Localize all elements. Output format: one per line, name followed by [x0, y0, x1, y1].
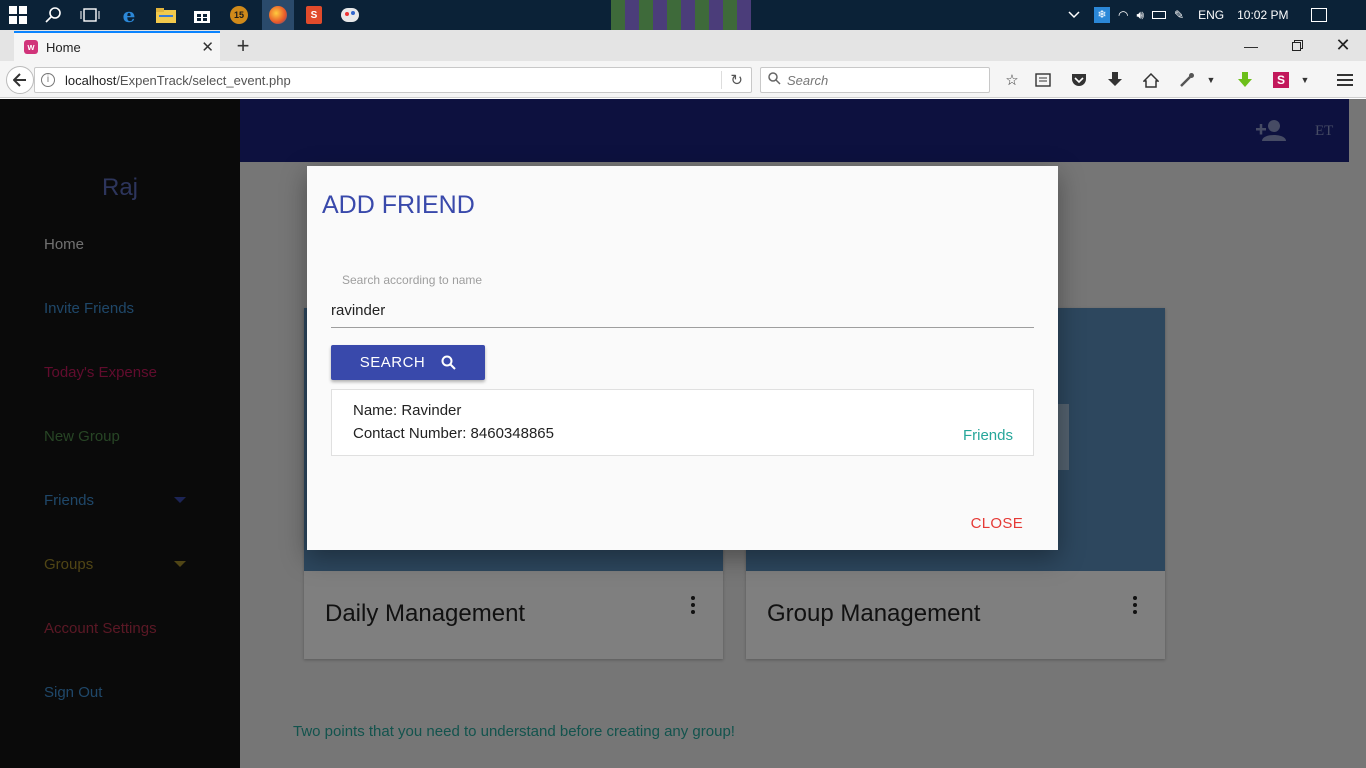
- search-field-label: Search according to name: [342, 273, 483, 287]
- battery-icon[interactable]: [1152, 11, 1167, 19]
- app-red-icon[interactable]: S: [302, 3, 326, 27]
- friends-status-link[interactable]: Friends: [963, 427, 1013, 444]
- taskbar-decoration: [611, 0, 751, 30]
- tab-close-icon[interactable]: ✕: [201, 38, 214, 56]
- new-tab-icon[interactable]: +: [232, 33, 254, 59]
- add-friend-modal: ADD FRIEND Search according to name SEAR…: [307, 166, 1058, 550]
- info-icon[interactable]: i: [41, 73, 55, 87]
- wamp-favicon-icon: w: [24, 40, 38, 54]
- paint-icon[interactable]: [338, 3, 362, 27]
- firefox-icon[interactable]: [262, 0, 294, 30]
- store-icon[interactable]: [190, 3, 214, 27]
- search-icon: [441, 355, 456, 370]
- result-name: Name: Ravinder: [353, 402, 462, 419]
- volume-icon[interactable]: 🔊︎: [1136, 8, 1144, 23]
- eyedropper-dropdown-icon[interactable]: ▼: [1204, 69, 1218, 91]
- address-bar[interactable]: i localhost/ExpenTrack/select_event.php …: [34, 67, 752, 93]
- s-extension-icon[interactable]: S: [1270, 69, 1292, 91]
- reload-icon[interactable]: ↻: [721, 71, 743, 89]
- pocket-icon[interactable]: [1068, 69, 1090, 91]
- result-contact: Contact Number: 8460348865: [353, 425, 554, 442]
- clock[interactable]: 10:02 PM: [1237, 8, 1288, 22]
- download-icon[interactable]: [1104, 69, 1126, 91]
- s-extension-dropdown-icon[interactable]: ▼: [1298, 69, 1312, 91]
- browser-navbar: i localhost/ExpenTrack/select_event.php …: [0, 61, 1366, 98]
- search-placeholder: Search: [787, 72, 829, 88]
- page: Raj Home Invite Friends Today's Expense …: [0, 99, 1366, 768]
- task-view-icon[interactable]: [78, 3, 102, 27]
- green-download-icon[interactable]: [1234, 69, 1256, 91]
- file-explorer-icon[interactable]: [154, 3, 178, 27]
- wifi-icon[interactable]: ◠: [1118, 8, 1128, 22]
- back-button[interactable]: [6, 66, 34, 94]
- windows-taskbar: e 15 S ❄ ◠ 🔊︎ ✎ ENG 10:02 PM: [0, 0, 1366, 30]
- modal-title: ADD FRIEND: [322, 191, 475, 219]
- url-path: /ExpenTrack/select_event.php: [116, 72, 291, 88]
- bookmark-star-icon[interactable]: ☆: [1001, 69, 1023, 91]
- app-15-icon[interactable]: 15: [227, 3, 251, 27]
- restore-icon[interactable]: [1274, 40, 1320, 51]
- tab-home[interactable]: w Home ✕: [14, 31, 220, 61]
- search-result-item: Name: Ravinder Contact Number: 846034886…: [331, 389, 1034, 456]
- chevron-up-icon[interactable]: [1068, 8, 1082, 22]
- system-tray: ❄ ◠ 🔊︎ ✎ ENG 10:02 PM: [1068, 0, 1327, 30]
- home-icon[interactable]: [1140, 69, 1162, 91]
- search-button[interactable]: SEARCH: [331, 345, 485, 380]
- search-name-input[interactable]: [331, 294, 1034, 328]
- eyedropper-icon[interactable]: [1176, 69, 1198, 91]
- search-button-label: SEARCH: [359, 354, 426, 371]
- search-magnifier-icon: [768, 72, 781, 88]
- pen-icon[interactable]: ✎: [1174, 8, 1184, 22]
- window-close-icon[interactable]: ✕: [1320, 35, 1366, 56]
- hamburger-menu-icon[interactable]: [1334, 69, 1356, 91]
- reader-list-icon[interactable]: [1032, 69, 1054, 91]
- edge-icon[interactable]: e: [117, 3, 141, 27]
- start-icon[interactable]: [6, 3, 30, 27]
- minimize-icon[interactable]: —: [1228, 38, 1274, 54]
- url-host: localhost: [65, 72, 117, 88]
- language-indicator[interactable]: ENG: [1198, 8, 1224, 22]
- close-button[interactable]: CLOSE: [971, 515, 1023, 532]
- browser-search-bar[interactable]: Search: [760, 67, 990, 93]
- snowflake-icon[interactable]: ❄: [1094, 7, 1110, 23]
- tab-title: Home: [46, 39, 81, 55]
- search-icon[interactable]: [42, 3, 66, 27]
- notifications-icon[interactable]: [1310, 8, 1327, 22]
